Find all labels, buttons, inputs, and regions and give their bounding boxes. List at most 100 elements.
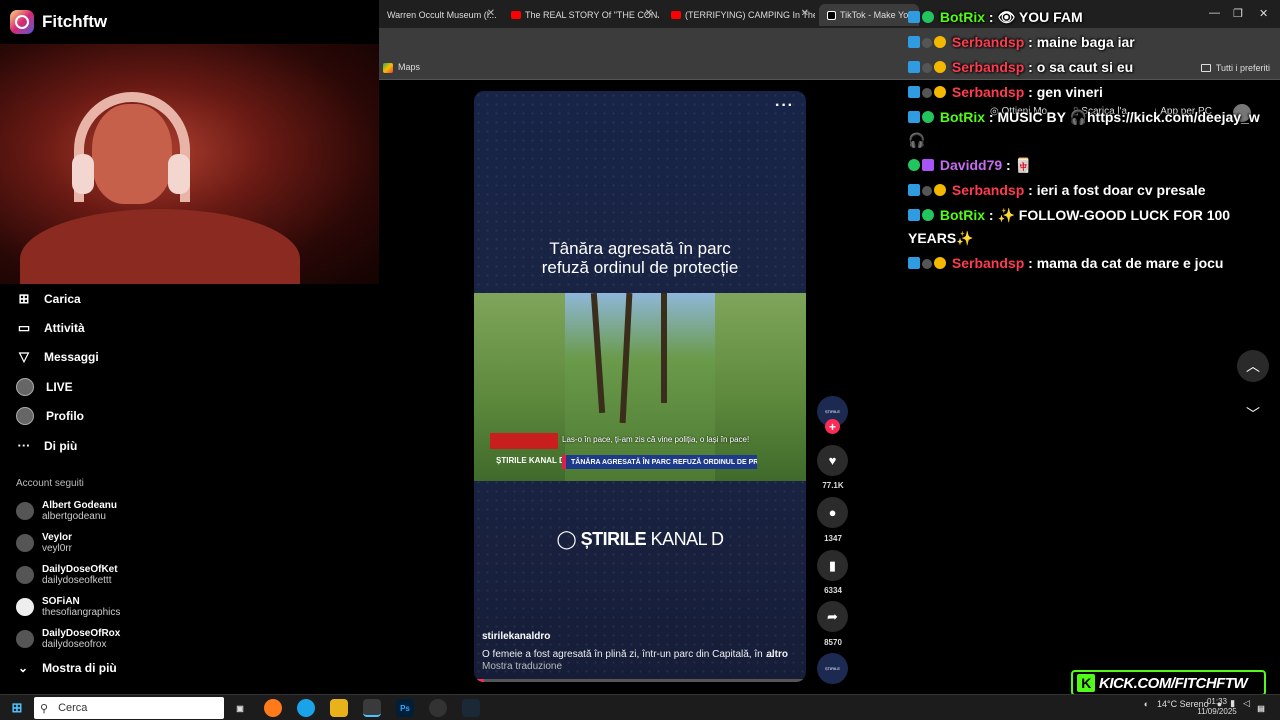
- chat-username: BotRix: [939, 109, 986, 125]
- chat-username: Serbandsp: [951, 255, 1025, 271]
- close-icon[interactable]: ✕: [645, 8, 653, 19]
- browser-tab[interactable]: The REAL STORY Of "THE CONJ ✕: [503, 4, 659, 26]
- headline-line: Tânăra agresată în parc: [549, 239, 731, 258]
- taskbar-clock[interactable]: 01:33 11/09/2025: [1194, 697, 1240, 717]
- sidebar-item-profile[interactable]: Profilo: [0, 402, 379, 431]
- sidebar-item-messages[interactable]: ▽ Messaggi: [0, 343, 379, 372]
- sidebar-item-upload[interactable]: ⊞ Carica: [0, 284, 379, 313]
- edge-icon[interactable]: [297, 699, 315, 717]
- sidebar-item-label: Attività: [44, 321, 85, 336]
- gift-badge-icon: [908, 86, 920, 98]
- chevron-up-icon: ︿: [1246, 358, 1260, 374]
- browser-tab-active[interactable]: TikTok - Make Your Day: [819, 4, 919, 26]
- bookmark-maps[interactable]: Maps: [383, 62, 420, 73]
- kick-channel-banner: K KICK.COM/FITCHFTW: [1071, 670, 1266, 696]
- close-icon[interactable]: ✕: [801, 8, 809, 19]
- browser-tab[interactable]: Warren Occult Museum (I... ✕: [379, 4, 501, 26]
- chat-message: BotRix : 👁 YOU FAM: [908, 6, 1280, 29]
- account-avatar: [16, 534, 34, 553]
- follow-button[interactable]: +: [825, 419, 840, 434]
- file-explorer-icon[interactable]: [330, 699, 348, 717]
- description-text: O femeie a fost agresată în plină zi, în…: [482, 649, 774, 660]
- close-icon[interactable]: ✕: [487, 8, 495, 19]
- like-button[interactable]: ♥: [817, 445, 848, 476]
- chat-username: Davidd79: [939, 157, 1003, 173]
- firefox-icon[interactable]: [264, 699, 282, 717]
- channel-logo-bold: ȘTIRILE: [580, 529, 647, 549]
- chat-message: Serbandsp : ieri a fost doar cv presale: [908, 179, 1280, 202]
- tree-trunk: [619, 293, 633, 424]
- sub-badge-icon: [922, 159, 934, 171]
- volume-icon[interactable]: ◁: [1243, 698, 1250, 709]
- chrome-icon[interactable]: [363, 699, 381, 717]
- chat-username: BotRix: [939, 207, 986, 223]
- live-avatar: [16, 377, 34, 396]
- sub-badge-icon: [922, 63, 932, 73]
- news-lower-third: TÂNĂRA AGRESATĂ ÎN PARC REFUZĂ ORDINUL D…: [562, 455, 757, 469]
- sidebar-item-live[interactable]: LIVE: [0, 372, 379, 401]
- previous-video-button[interactable]: ︿: [1237, 350, 1269, 382]
- video-author[interactable]: stirilekanaldro: [482, 631, 550, 642]
- next-video-button[interactable]: ﹀: [1246, 404, 1260, 424]
- account-name: Veylor: [42, 532, 73, 544]
- coin-badge-icon: [934, 257, 946, 269]
- chat-text: gen vineri: [1036, 84, 1103, 100]
- followed-account[interactable]: Albert Godeanu albertgodeanu: [0, 495, 379, 527]
- video-progress-bar[interactable]: [474, 679, 806, 682]
- account-avatar: [16, 566, 34, 585]
- chat-username: BotRix: [939, 9, 986, 25]
- taskbar-search[interactable]: ⚲ Cerca: [34, 697, 224, 719]
- show-more-label: Mostra di più: [42, 661, 117, 676]
- chat-text: maine baga iar: [1036, 34, 1135, 50]
- kick-url: KICK.COM/FITCHFTW: [1099, 674, 1248, 692]
- start-icon[interactable]: ⊞: [8, 699, 26, 717]
- tab-title: (TERRIFYING) CAMPING In The: [685, 10, 815, 20]
- account-avatar: [16, 598, 34, 617]
- profile-avatar: [16, 407, 34, 426]
- comment-button[interactable]: ●: [817, 497, 848, 528]
- obs-icon[interactable]: [429, 699, 447, 717]
- show-more-description[interactable]: altro: [766, 649, 788, 660]
- streamer-brand: Fitchftw: [0, 0, 379, 44]
- share-button[interactable]: ➦: [817, 601, 848, 632]
- followed-account[interactable]: SOFiAN thesofiangraphics: [0, 591, 379, 623]
- sidebar-item-label: LIVE: [46, 379, 73, 394]
- sidebar-item-activity[interactable]: ▭ Attività: [0, 313, 379, 342]
- search-icon: ⚲: [40, 702, 49, 715]
- sidebar-item-label: Carica: [44, 291, 81, 306]
- followed-account[interactable]: Veylor veyl0rr: [0, 527, 379, 559]
- sub-badge-icon: [922, 88, 932, 98]
- sidebar-item-label: Di più: [44, 438, 78, 453]
- share-icon: ➦: [827, 608, 838, 624]
- sidebar-item-more[interactable]: ··· Di più: [0, 431, 379, 460]
- task-view-icon[interactable]: ▣: [231, 699, 249, 717]
- translate-link[interactable]: Mostra traduzione: [482, 661, 562, 672]
- comment-count: 1347: [824, 534, 842, 543]
- verified-badge-icon: [922, 111, 934, 123]
- clock-time: 01:33: [1206, 697, 1228, 706]
- chat-message: Serbandsp : maine baga iar: [908, 31, 1280, 54]
- sub-badge-icon: [922, 186, 932, 196]
- video-player[interactable]: ··· Tânăra agresată în parc refuză ordin…: [474, 91, 806, 682]
- notification-icon[interactable]: ▤: [1252, 699, 1270, 717]
- sidebar-item-label: Messaggi: [44, 350, 99, 365]
- browser-tab[interactable]: (TERRIFYING) CAMPING In The ✕: [663, 4, 815, 26]
- video-subtitle: Las-o în pace, ți-am zis că vine poliția…: [562, 435, 750, 444]
- show-more-button[interactable]: ⌄ Mostra di più: [0, 655, 379, 681]
- maps-icon: [383, 62, 393, 73]
- followed-account[interactable]: DailyDoseOfKet dailydoseofkettt: [0, 559, 379, 591]
- photoshop-icon[interactable]: Ps: [396, 699, 414, 717]
- tree-trunk: [661, 293, 667, 403]
- youtube-icon: [511, 11, 521, 19]
- save-button[interactable]: ▮: [817, 550, 848, 581]
- chat-text: mama da cat de mare e jocu: [1036, 255, 1224, 271]
- gift-badge-icon: [908, 257, 920, 269]
- more-options-icon[interactable]: ···: [775, 97, 794, 115]
- park-scene: [565, 293, 715, 481]
- music-disc[interactable]: ȘTIRILE: [817, 653, 848, 684]
- steam-icon[interactable]: [462, 699, 480, 717]
- headset-right-ear: [168, 154, 190, 194]
- followed-account[interactable]: DailyDoseOfRox dailydoseofrox: [0, 623, 379, 655]
- chat-overlay: BotRix : 👁 YOU FAM Serbandsp : maine bag…: [908, 6, 1280, 277]
- gift-badge-icon: [908, 36, 920, 48]
